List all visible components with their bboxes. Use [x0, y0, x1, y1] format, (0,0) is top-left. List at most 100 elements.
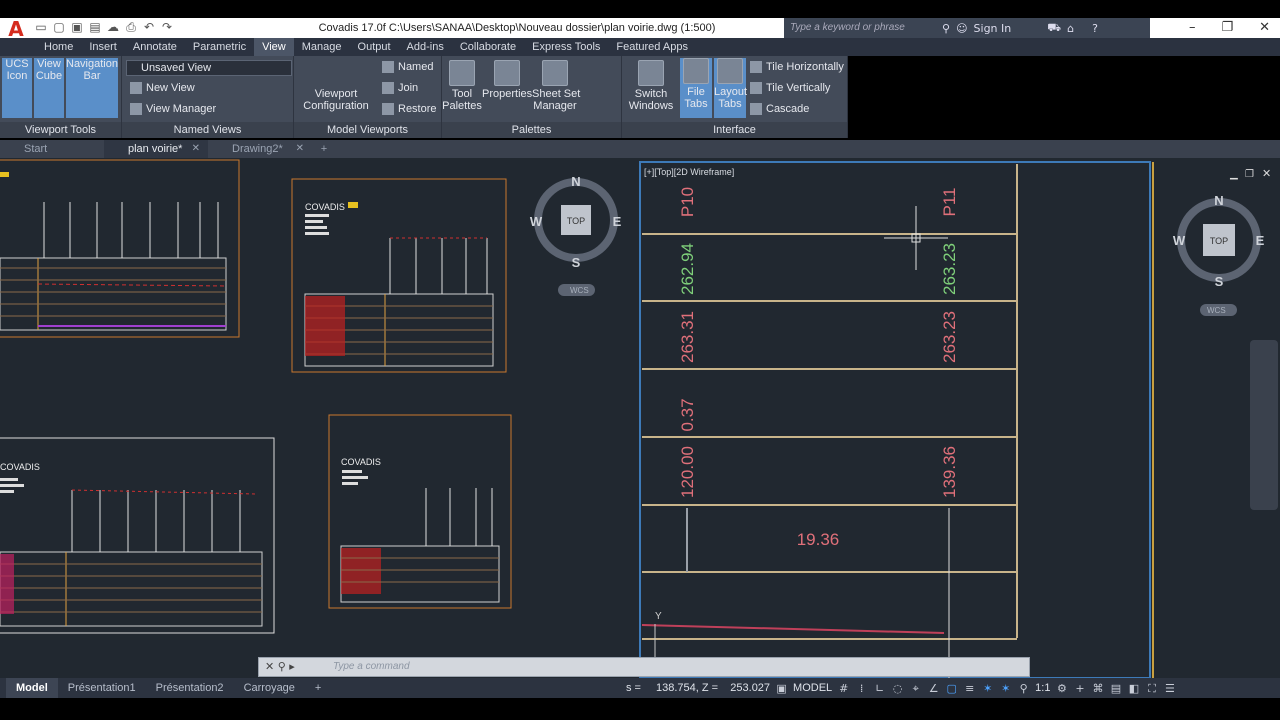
file-tabs-icon	[683, 58, 709, 84]
app-logo[interactable]: A	[0, 18, 32, 40]
annotation-monitor-icon[interactable]: +	[1073, 682, 1086, 695]
cloud-icon[interactable]: ☁	[106, 20, 120, 34]
new-view-button[interactable]: New View	[130, 81, 195, 95]
sign-in-link[interactable]: Sign In	[974, 22, 1012, 35]
cart-icon[interactable]: ⛟	[1047, 21, 1061, 36]
panel-title-named-views: Named Views	[122, 122, 293, 138]
panel-title-palettes[interactable]: Palettes	[442, 122, 621, 138]
maximize-icon[interactable]: ❐	[1221, 18, 1233, 38]
cascade-button[interactable]: Cascade	[750, 102, 809, 116]
isolate-objects-icon[interactable]: ◧	[1127, 682, 1140, 695]
workspace-gear-icon[interactable]: ⚙	[1055, 682, 1068, 695]
named-view-select[interactable]: Unsaved View	[126, 60, 292, 76]
grid-icon[interactable]: #	[837, 682, 850, 695]
layout-tab-presentation2[interactable]: Présentation2	[146, 678, 234, 698]
new-tab-icon[interactable]: +	[312, 140, 336, 158]
close-tab-icon[interactable]: ✕	[296, 140, 304, 158]
undo-icon[interactable]: ↶	[142, 20, 156, 34]
navigation-bar-button[interactable]: Navigation Bar	[66, 58, 118, 118]
search-input[interactable]: Type a keyword or phrase	[784, 18, 936, 38]
tile-horizontally-button[interactable]: Tile Horizontally	[750, 60, 844, 74]
tab-insert[interactable]: Insert	[81, 38, 125, 56]
customization-icon[interactable]: ☰	[1163, 682, 1176, 695]
doc-tab-plan-voirie[interactable]: plan voirie* ✕	[104, 140, 208, 158]
lock-icon[interactable]: ▣	[775, 682, 788, 695]
annotation-visibility-icon[interactable]: ✶	[981, 682, 994, 695]
polar-icon[interactable]: ◌	[891, 682, 904, 695]
tool-palettes-button[interactable]: Tool Palettes	[442, 60, 482, 118]
viewport-restore-icon[interactable]: ❐	[1245, 169, 1254, 180]
file-tabs-button[interactable]: File Tabs	[680, 58, 712, 118]
print-icon[interactable]: ⎙	[124, 20, 138, 34]
restore-viewports-button[interactable]: Restore	[382, 102, 437, 116]
selection-cycling-icon[interactable]: ▢	[945, 682, 958, 695]
annotation-scale-icon[interactable]: ⚲	[1017, 682, 1030, 695]
doc-tab-start[interactable]: Start	[0, 140, 104, 158]
drawing-area[interactable]: COVADIS COVADIS COVADIS TOP N S W E WCS …	[0, 158, 1280, 678]
covadis-label-3: COVADIS	[341, 457, 381, 467]
save-as-icon[interactable]: ▤	[88, 20, 102, 34]
binoculars-icon[interactable]: ⚲	[942, 22, 950, 35]
tab-parametric[interactable]: Parametric	[185, 38, 254, 56]
add-layout-icon[interactable]: +	[305, 678, 331, 698]
exchange-icon[interactable]: ⌂	[1067, 22, 1074, 35]
named-viewports-button[interactable]: Named	[382, 60, 433, 74]
help-icon[interactable]: ?	[1092, 22, 1098, 35]
doc-tab-drawing2[interactable]: Drawing2* ✕	[208, 140, 312, 158]
command-line[interactable]: ✕ ⚲ ▸ Type a command	[258, 657, 1030, 677]
snap-icon[interactable]: ⁞	[855, 682, 868, 695]
user-icon[interactable]: ☺	[956, 22, 967, 35]
layout-tab-model[interactable]: Model	[6, 678, 58, 698]
model-space-toggle[interactable]: MODEL	[793, 682, 832, 694]
viewcube-left[interactable]: TOP N S W E WCS	[530, 174, 622, 296]
fullscreen-icon[interactable]: ⛶	[1145, 682, 1158, 695]
units-icon[interactable]: ⌘	[1091, 682, 1104, 695]
join-viewports-button[interactable]: Join	[382, 81, 418, 95]
panel-title-viewport-tools[interactable]: Viewport Tools	[0, 122, 121, 138]
ortho-icon[interactable]: ∟	[873, 682, 886, 695]
save-icon[interactable]: ▣	[70, 20, 84, 34]
viewport-close-icon[interactable]: ✕	[1262, 167, 1271, 180]
switch-windows-button[interactable]: Switch Windows	[628, 60, 674, 118]
lineweight-icon[interactable]: ≡	[963, 682, 976, 695]
tab-manage[interactable]: Manage	[294, 38, 350, 56]
properties-button[interactable]: Properties	[482, 60, 532, 118]
auto-scale-icon[interactable]: ✶	[999, 682, 1012, 695]
view-manager-button[interactable]: View Manager	[130, 102, 216, 116]
tab-home[interactable]: Home	[36, 38, 81, 56]
osnap-icon[interactable]: ⌖	[909, 682, 922, 695]
viewport-configuration-button[interactable]: Viewport Configuration	[300, 60, 372, 118]
tab-featured-apps[interactable]: Featured Apps	[608, 38, 696, 56]
close-tab-icon[interactable]: ✕	[192, 140, 200, 158]
tile-vertically-button[interactable]: Tile Vertically	[750, 81, 830, 95]
minimize-icon[interactable]: –	[1189, 18, 1196, 38]
layout-tab-presentation1[interactable]: Présentation1	[58, 678, 146, 698]
open-file-icon[interactable]: ▢	[52, 20, 66, 34]
svg-text:E: E	[613, 214, 622, 229]
redo-icon[interactable]: ↷	[160, 20, 174, 34]
tab-view[interactable]: View	[254, 38, 294, 56]
otrack-icon[interactable]: ∠	[927, 682, 940, 695]
sheet-set-manager-button[interactable]: Sheet Set Manager	[532, 60, 580, 118]
command-line-controls[interactable]: ✕ ⚲ ▸	[265, 660, 295, 673]
viewport-label[interactable]: [+][Top][2D Wireframe]	[644, 167, 734, 177]
layout-tabs-button[interactable]: Layout Tabs	[714, 58, 747, 118]
new-file-icon[interactable]: ▭	[34, 20, 48, 34]
quick-properties-icon[interactable]: ▤	[1109, 682, 1122, 695]
svg-text:120.00: 120.00	[678, 446, 697, 498]
ucs-icon-button[interactable]: UCS Icon	[2, 58, 32, 118]
tab-output[interactable]: Output	[350, 38, 399, 56]
tab-collaborate[interactable]: Collaborate	[452, 38, 524, 56]
command-input[interactable]: Type a command	[333, 661, 410, 672]
tab-add-ins[interactable]: Add-ins	[399, 38, 452, 56]
layout-tab-carroyage[interactable]: Carroyage	[234, 678, 305, 698]
view-cube-button[interactable]: View Cube	[34, 58, 64, 118]
close-icon[interactable]: ✕	[1259, 18, 1270, 38]
tab-annotate[interactable]: Annotate	[125, 38, 185, 56]
active-viewport[interactable]: [+][Top][2D Wireframe] P10 P11 262.94 26…	[639, 161, 1151, 678]
tab-express-tools[interactable]: Express Tools	[524, 38, 608, 56]
viewport-right[interactable]: ▁ ❐ ✕ TOP N S W E WCS	[1152, 162, 1280, 678]
navigation-bar[interactable]	[1250, 340, 1278, 510]
annotation-scale-value[interactable]: 1:1	[1035, 682, 1050, 694]
viewport-minimize-icon[interactable]: ▁	[1229, 169, 1238, 180]
